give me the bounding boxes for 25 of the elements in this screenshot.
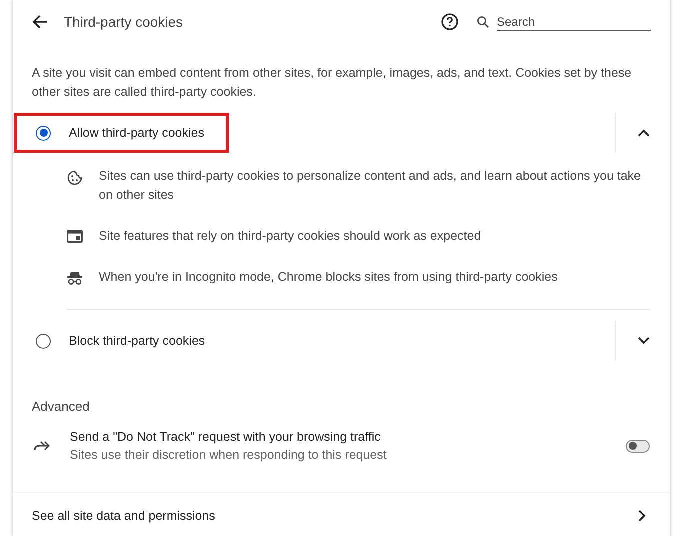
search-icon xyxy=(477,16,489,28)
browser-window-icon xyxy=(67,230,83,243)
detail-text: Sites can use third-party cookies to personalize content and ads, and learn about actions you take on other sites xyxy=(99,168,642,204)
incognito-icon xyxy=(67,271,83,285)
chevron-icon[interactable] xyxy=(638,129,650,137)
setting-title: Send a "Do Not Track" request with your browsing traffic xyxy=(70,430,382,444)
site-data-link[interactable]: See all site data and permissions xyxy=(13,492,670,523)
cookie-icon xyxy=(67,170,83,186)
chevron-icon[interactable] xyxy=(638,337,650,345)
double-arrow-icon xyxy=(34,440,52,452)
setting-subtitle: Sites use their discretion when responding to this request xyxy=(70,448,388,462)
toggle-switch[interactable] xyxy=(626,440,650,452)
section-heading: Advanced xyxy=(32,399,91,414)
description-text: A site you visit can embed content from other sites, for example, images, ads, and text. Cookies set by these other sites are called third-party cookies. xyxy=(32,65,633,101)
option-label: Block third-party cookies xyxy=(69,334,206,348)
radio-button[interactable] xyxy=(36,126,51,140)
help-icon[interactable] xyxy=(441,13,459,31)
radio-button[interactable] xyxy=(36,334,51,348)
detail-text: Site features that rely on third-party cookies should work as expected xyxy=(99,228,482,245)
search-field[interactable]: Search xyxy=(477,14,651,30)
page-title: Third-party cookies xyxy=(64,14,184,30)
back-arrow-icon[interactable] xyxy=(32,14,48,30)
option-label: Allow third-party cookies xyxy=(69,126,204,140)
chevron-right-icon xyxy=(638,510,646,522)
detail-text: When you're in Incognito mode, Chrome blocks sites from using third-party cookies xyxy=(99,269,558,286)
